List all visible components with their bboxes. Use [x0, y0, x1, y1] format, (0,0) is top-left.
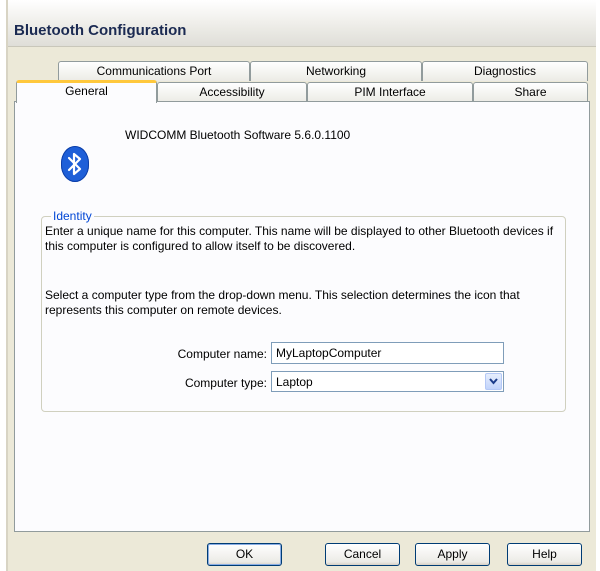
general-tab-panel: WIDCOMM Bluetooth Software 5.6.0.1100 Id…: [14, 101, 590, 532]
computer-name-field[interactable]: [271, 342, 504, 364]
tab-general[interactable]: General: [16, 80, 157, 103]
chevron-down-icon[interactable]: [485, 373, 502, 390]
software-version-text: WIDCOMM Bluetooth Software 5.6.0.1100: [125, 128, 351, 142]
identity-description-name: Enter a unique name for this computer. T…: [45, 224, 554, 253]
window-title: Bluetooth Configuration: [14, 22, 187, 39]
tab-networking[interactable]: Networking: [250, 61, 422, 81]
computer-type-select[interactable]: Laptop: [271, 371, 504, 392]
title-bar[interactable]: Bluetooth Configuration: [8, 0, 596, 47]
tab-pim-interface[interactable]: PIM Interface: [307, 82, 473, 102]
tab-accessibility[interactable]: Accessibility: [157, 82, 307, 102]
bluetooth-configuration-window: Bluetooth Configuration Communications P…: [6, 0, 596, 571]
ok-button[interactable]: OK: [207, 543, 282, 566]
apply-button[interactable]: Apply: [415, 543, 490, 566]
bluetooth-icon: [61, 146, 89, 182]
computer-name-label: Computer name:: [177, 347, 267, 361]
cancel-button[interactable]: Cancel: [325, 543, 400, 566]
computer-type-value: Laptop: [276, 375, 313, 389]
help-button[interactable]: Help: [507, 543, 582, 566]
identity-group-label: Identity: [51, 209, 94, 223]
tab-communications-port[interactable]: Communications Port: [58, 61, 250, 81]
tab-share[interactable]: Share: [473, 82, 588, 102]
computer-type-label: Computer type:: [184, 376, 267, 390]
tab-diagnostics[interactable]: Diagnostics: [422, 61, 588, 81]
identity-description-type: Select a computer type from the drop-dow…: [45, 288, 520, 317]
